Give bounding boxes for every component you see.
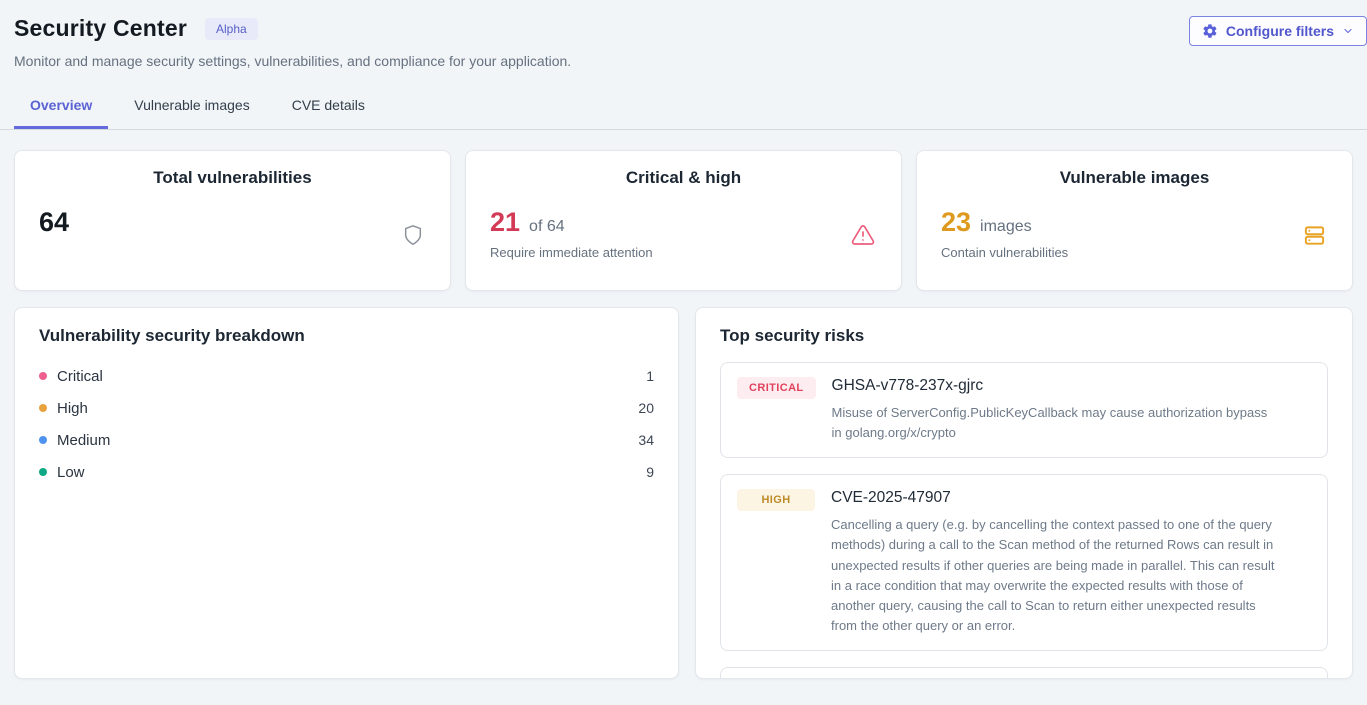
risk-card[interactable]: HIGH CVE-2025-9086	[720, 667, 1328, 679]
breakdown-row-medium: Medium 34	[39, 424, 654, 456]
stacked-images-icon	[1303, 223, 1326, 253]
tab-vulnerable-images[interactable]: Vulnerable images	[118, 91, 265, 129]
page-header: Security Center Alpha Monitor and manage…	[0, 0, 1367, 69]
stat-card-total-vulnerabilities: Total vulnerabilities 64	[14, 150, 451, 291]
page-subtitle: Monitor and manage security settings, vu…	[14, 53, 1353, 69]
high-dot-icon	[39, 404, 47, 412]
medium-dot-icon	[39, 436, 47, 444]
breakdown-label: Low	[57, 464, 85, 481]
chevron-down-icon	[1342, 25, 1354, 37]
breakdown-value: 34	[638, 432, 654, 448]
risk-id: CVE-2025-47907	[831, 489, 1279, 507]
severity-badge: HIGH	[737, 489, 815, 511]
breakdown-label: Critical	[57, 368, 103, 385]
stat-card-title: Vulnerable images	[941, 168, 1328, 188]
tab-cve-details[interactable]: CVE details	[276, 91, 381, 129]
shield-icon	[402, 223, 424, 252]
top-risks-title: Top security risks	[720, 326, 1328, 346]
stat-card-vulnerable-images: Vulnerable images 23 images Contain vuln…	[916, 150, 1353, 291]
risk-id: GHSA-v778-237x-gjrc	[832, 377, 1280, 395]
configure-filters-button[interactable]: Configure filters	[1189, 16, 1367, 46]
critical-high-caption: Require immediate attention	[490, 245, 877, 260]
breakdown-value: 1	[646, 368, 654, 384]
breakdown-label: Medium	[57, 432, 110, 449]
risk-description: Cancelling a query (e.g. by cancelling t…	[831, 515, 1279, 636]
severity-badge: CRITICAL	[737, 377, 816, 399]
breakdown-label: High	[57, 400, 88, 417]
configure-filters-label: Configure filters	[1226, 23, 1334, 39]
vulnerable-images-suffix: images	[980, 218, 1032, 236]
stat-card-title: Total vulnerabilities	[39, 168, 426, 188]
critical-dot-icon	[39, 372, 47, 380]
top-security-risks-panel: Top security risks CRITICAL GHSA-v778-23…	[695, 307, 1353, 679]
breakdown-value: 20	[638, 400, 654, 416]
total-vulnerabilities-value: 64	[39, 207, 69, 238]
risk-card[interactable]: CRITICAL GHSA-v778-237x-gjrc Misuse of S…	[720, 362, 1328, 458]
low-dot-icon	[39, 468, 47, 476]
breakdown-title: Vulnerability security breakdown	[39, 326, 654, 346]
vulnerable-images-value: 23	[941, 207, 971, 238]
tab-overview[interactable]: Overview	[14, 91, 108, 129]
risk-description: Misuse of ServerConfig.PublicKeyCallback…	[832, 403, 1280, 443]
page-title: Security Center	[14, 15, 187, 42]
breakdown-row-critical: Critical 1	[39, 360, 654, 392]
stat-card-critical-high: Critical & high 21 of 64 Require immedia…	[465, 150, 902, 291]
risk-card[interactable]: HIGH CVE-2025-47907 Cancelling a query (…	[720, 474, 1328, 651]
gear-icon	[1202, 23, 1218, 39]
alpha-badge: Alpha	[205, 18, 258, 40]
breakdown-row-low: Low 9	[39, 456, 654, 488]
tab-bar: Overview Vulnerable images CVE details	[0, 91, 1367, 130]
vulnerable-images-caption: Contain vulnerabilities	[941, 245, 1328, 260]
warning-triangle-icon	[851, 223, 875, 252]
stat-card-title: Critical & high	[490, 168, 877, 188]
breakdown-row-high: High 20	[39, 392, 654, 424]
critical-high-suffix: of 64	[529, 218, 565, 236]
vulnerability-breakdown-panel: Vulnerability security breakdown Critica…	[14, 307, 679, 679]
stat-cards-row: Total vulnerabilities 64 Critical & high…	[14, 150, 1353, 291]
critical-high-value: 21	[490, 207, 520, 238]
breakdown-value: 9	[646, 464, 654, 480]
